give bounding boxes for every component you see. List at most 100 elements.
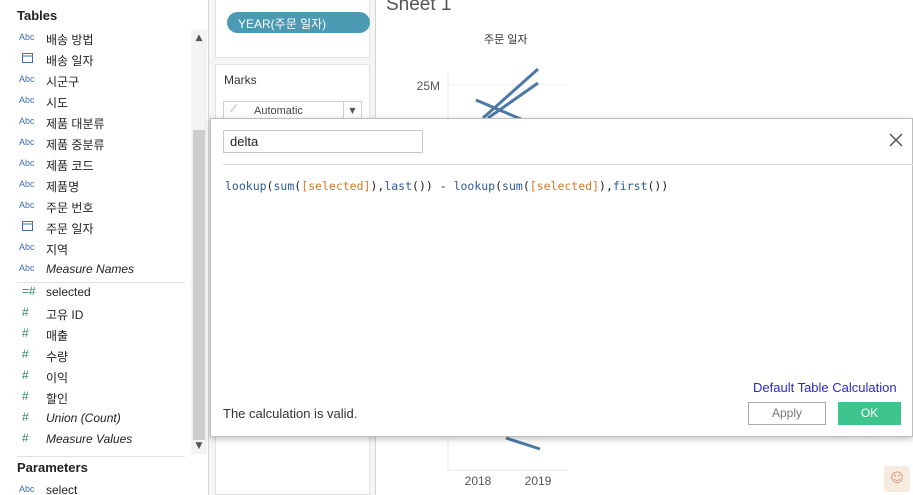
field-item[interactable]: 주문 일자	[0, 218, 190, 239]
formula-operator: ())	[647, 179, 669, 193]
formula-function: sum	[273, 179, 295, 193]
scroll-up-icon[interactable]: ▲	[194, 33, 204, 43]
string-type-icon: Abc	[19, 137, 35, 147]
scrollbar-thumb[interactable]	[193, 130, 205, 440]
dialog-header-divider	[223, 164, 913, 165]
field-item[interactable]: Abc 지역	[0, 239, 190, 260]
number-type-icon: #	[22, 305, 29, 319]
field-item[interactable]: # Measure Values	[0, 430, 190, 451]
field-item[interactable]: # 매출	[0, 325, 190, 346]
tables-parameters-divider	[17, 456, 185, 457]
formula-operator: (	[495, 179, 503, 193]
field-label: 제품명	[46, 180, 80, 194]
field-label: 시군구	[46, 75, 80, 89]
tables-title: Tables	[17, 8, 58, 23]
number-type-icon: #	[22, 347, 29, 361]
field-item[interactable]: # Union (Count)	[0, 409, 190, 430]
columns-shelf-card: YEAR(주문 일자)	[215, 0, 370, 58]
formula-operator: ),	[599, 179, 613, 193]
dimensions-measures-divider	[17, 282, 185, 283]
field-item[interactable]: Abc 시군구	[0, 71, 190, 92]
field-item[interactable]: Abc Measure Names	[0, 260, 190, 281]
formula-function: lookup	[453, 179, 496, 193]
field-label: 주문 일자	[46, 222, 94, 236]
field-label: 고유 ID	[46, 308, 84, 322]
y-axis-tick-label: 25M	[417, 79, 440, 93]
parameters-title: Parameters	[17, 460, 88, 475]
field-label: 매출	[46, 329, 69, 343]
year-order-date-pill[interactable]: YEAR(주문 일자)	[227, 12, 370, 33]
number-type-icon: #	[22, 389, 29, 403]
string-type-icon: Abc	[19, 116, 35, 126]
scroll-down-icon[interactable]: ▼	[194, 441, 204, 451]
field-item[interactable]: Abc select	[0, 481, 190, 495]
field-item[interactable]: Abc 시도	[0, 92, 190, 113]
field-label: Measure Names	[46, 262, 135, 276]
field-label: 시도	[46, 96, 69, 110]
default-table-calculation-link[interactable]: Default Table Calculation	[753, 380, 897, 395]
number-type-icon: #	[22, 326, 29, 340]
string-type-icon: Abc	[19, 74, 35, 84]
marks-title: Marks	[224, 73, 257, 87]
series-line-segment	[487, 81, 539, 120]
formula-operator: ()) -	[412, 179, 454, 193]
field-label: 할인	[46, 392, 69, 406]
formula-function: lookup	[225, 179, 267, 193]
field-item[interactable]: Abc 제품 코드	[0, 155, 190, 176]
string-type-icon: Abc	[19, 32, 35, 42]
string-type-icon: Abc	[19, 263, 35, 273]
series-line-segment	[482, 67, 539, 120]
field-label: selected	[46, 285, 91, 299]
apply-button[interactable]: Apply	[748, 402, 826, 425]
field-item[interactable]: Abc 배송 방법	[0, 29, 190, 50]
field-label: 주문 번호	[46, 201, 94, 215]
field-label: 제품 대분류	[46, 117, 105, 131]
string-type-icon: Abc	[19, 95, 35, 105]
field-item[interactable]: =# selected	[0, 283, 190, 304]
field-label: select	[46, 483, 78, 495]
marks-type-label: Automatic	[254, 105, 303, 117]
calendar-icon	[22, 52, 42, 65]
watermark-logo-icon: ☺	[884, 466, 910, 492]
x-axis-tick-label: 2018	[465, 474, 492, 488]
calculation-editor-dialog: delta lookup(sum([selected]),last()) - l…	[210, 118, 913, 437]
field-label: 지역	[46, 243, 69, 257]
field-label: 수량	[46, 350, 69, 364]
field-label: 이익	[46, 371, 69, 385]
close-icon[interactable]	[887, 131, 905, 149]
ok-button[interactable]: OK	[838, 402, 901, 425]
line-chart-icon: ⟋	[230, 104, 237, 115]
series-line-segment	[505, 436, 541, 451]
calendar-icon	[22, 220, 42, 233]
field-item[interactable]: # 수량	[0, 346, 190, 367]
field-item[interactable]: Abc 제품명	[0, 176, 190, 197]
formula-field-reference: [selected]	[301, 179, 371, 193]
field-item[interactable]: Abc 주문 번호	[0, 197, 190, 218]
field-item[interactable]: 배송 일자	[0, 50, 190, 71]
calculation-name-field[interactable]: delta	[223, 130, 423, 153]
field-item[interactable]: # 할인	[0, 388, 190, 409]
string-type-icon: Abc	[19, 200, 35, 210]
field-item[interactable]: Abc 제품 대분류	[0, 113, 190, 134]
validation-status: The calculation is valid.	[223, 406, 358, 421]
field-label: Measure Values	[46, 432, 133, 446]
number-type-icon: #	[22, 368, 29, 382]
field-label: 제품 코드	[46, 159, 94, 173]
field-item[interactable]: # 고유 ID	[0, 304, 190, 325]
number-type-icon: #	[22, 431, 29, 445]
string-type-icon: Abc	[19, 242, 35, 252]
data-pane: Tables Abc 배송 방법배송 일자 Abc 시군구 Abc 시도 Abc 제품 대분류…	[0, 0, 209, 495]
x-axis-tick-label: 2019	[525, 474, 552, 488]
field-label: 제품 중분류	[46, 138, 105, 152]
formula-editor[interactable]: lookup(sum([selected]),last()) - lookup(…	[225, 179, 668, 193]
field-item[interactable]: # 이익	[0, 367, 190, 388]
field-label: 배송 방법	[46, 33, 94, 47]
calculated-number-icon: =#	[22, 284, 36, 298]
formula-function: last	[384, 179, 413, 193]
field-item[interactable]: Abc 제품 중분류	[0, 134, 190, 155]
string-type-icon: Abc	[19, 179, 35, 189]
formula-function: sum	[502, 179, 523, 193]
string-type-icon: Abc	[19, 484, 35, 494]
formula-operator: ),	[370, 179, 385, 193]
formula-function: first	[612, 179, 648, 193]
